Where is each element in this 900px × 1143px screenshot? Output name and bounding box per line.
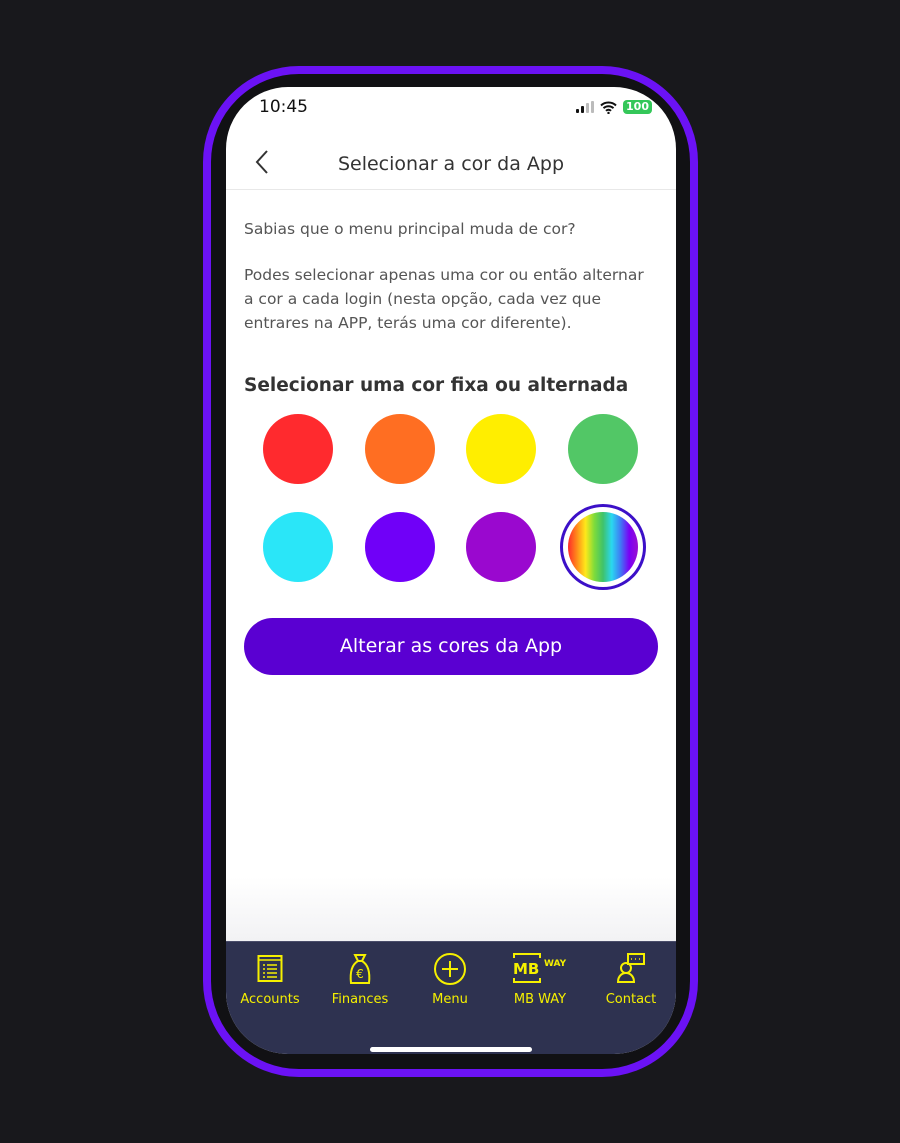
bottom-nav: Accounts € Finances Menu MB WAY MB WAY Co… bbox=[226, 941, 676, 1054]
change-colors-button[interactable]: Alterar as cores da App bbox=[244, 618, 658, 675]
mbway-icon: MB WAY bbox=[513, 953, 567, 983]
section-title: Selecionar uma cor fixa ou alternada bbox=[244, 375, 629, 396]
intro-text: Sabias que o menu principal muda de cor? bbox=[244, 220, 576, 238]
nav-item-menu[interactable]: Menu bbox=[405, 952, 495, 1007]
color-swatch-green[interactable] bbox=[568, 414, 638, 484]
signal-icon bbox=[576, 101, 595, 113]
nav-item-accounts[interactable]: Accounts bbox=[226, 952, 315, 1007]
home-indicator[interactable] bbox=[370, 1047, 532, 1052]
status-bar: 10:45 100 bbox=[259, 97, 652, 121]
description-text: Podes selecionar apenas uma cor ou então… bbox=[244, 266, 644, 332]
nav-label: MB WAY bbox=[513, 992, 567, 1007]
color-swatch-purple[interactable] bbox=[466, 512, 536, 582]
description: Sabias que o menu principal muda de cor?… bbox=[244, 217, 658, 357]
color-swatch-violet[interactable] bbox=[365, 512, 435, 582]
nav-label: Accounts bbox=[240, 992, 300, 1007]
color-swatch-red[interactable] bbox=[263, 414, 333, 484]
phone-screen: 10:45 100 Selecionar a cor da App Sabias… bbox=[226, 87, 676, 1054]
svg-text:€: € bbox=[356, 967, 364, 981]
page-title: Selecionar a cor da App bbox=[337, 153, 565, 175]
nav-item-finances[interactable]: € Finances bbox=[315, 952, 405, 1007]
wifi-icon bbox=[600, 101, 617, 114]
header: Selecionar a cor da App bbox=[226, 139, 676, 190]
nav-label: Finances bbox=[331, 992, 389, 1007]
color-swatch-orange[interactable] bbox=[365, 414, 435, 484]
list-icon bbox=[257, 955, 283, 982]
selected-ring bbox=[560, 504, 646, 590]
status-time: 10:45 bbox=[259, 97, 308, 117]
nav-item-mbway[interactable]: MB WAY MB WAY bbox=[495, 952, 585, 1007]
color-swatch-yellow[interactable] bbox=[466, 414, 536, 484]
nav-label: Contact bbox=[605, 992, 657, 1007]
nav-label: Menu bbox=[432, 992, 468, 1007]
money-bag-icon: € bbox=[349, 954, 371, 984]
color-swatch-cyan[interactable] bbox=[263, 512, 333, 582]
plus-circle-icon bbox=[434, 953, 466, 985]
contact-icon bbox=[616, 953, 645, 983]
content-fade bbox=[226, 877, 676, 941]
svg-text:WAY: WAY bbox=[544, 959, 567, 969]
battery-icon: 100 bbox=[623, 100, 652, 114]
nav-item-contact[interactable]: Contact bbox=[586, 952, 676, 1007]
svg-text:MB: MB bbox=[513, 960, 539, 978]
